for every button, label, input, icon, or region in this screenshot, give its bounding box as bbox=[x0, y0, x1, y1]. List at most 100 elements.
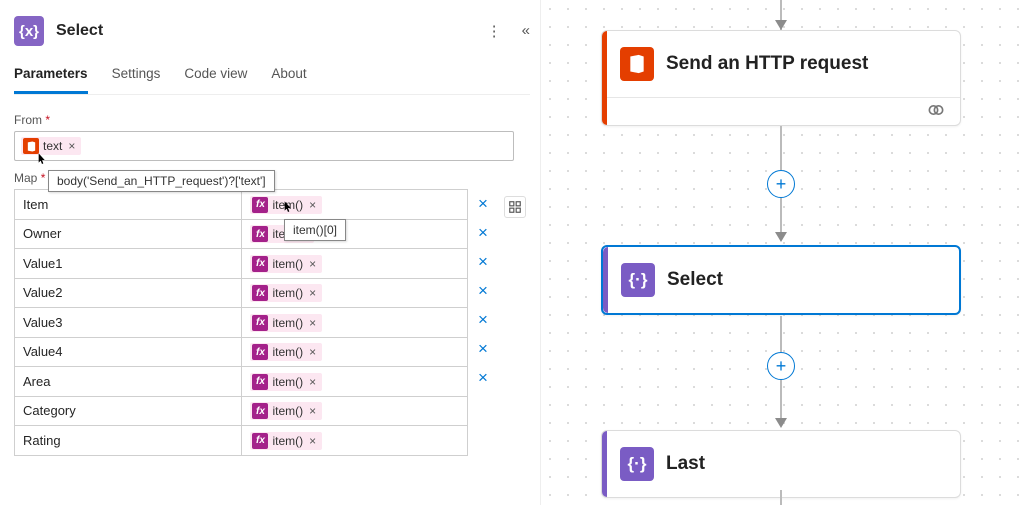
collapse-panel-icon[interactable]: « bbox=[522, 22, 530, 40]
office-icon bbox=[620, 47, 654, 81]
flow-arrow-icon bbox=[775, 418, 787, 428]
expression-token[interactable]: fx item() × bbox=[250, 255, 322, 273]
map-row: Areafx item() × bbox=[15, 367, 468, 397]
map-key-input[interactable]: Item bbox=[15, 190, 242, 220]
map-table: Itemfxitem()×Ownerfxitem×Value1fxitem()×… bbox=[14, 189, 468, 456]
token-remove[interactable]: × bbox=[307, 286, 316, 300]
add-step-button[interactable]: + bbox=[767, 170, 795, 198]
fx-icon: fx bbox=[252, 344, 268, 360]
tab-about[interactable]: About bbox=[271, 66, 306, 94]
delete-row-button[interactable]: × bbox=[478, 189, 488, 218]
fx-icon: fx bbox=[252, 226, 268, 242]
map-row: Value1 fx item() × bbox=[15, 249, 468, 279]
token-remove[interactable]: × bbox=[307, 257, 316, 271]
from-token[interactable]: text × bbox=[21, 137, 81, 155]
fx-icon: fx bbox=[252, 315, 268, 331]
fx-icon: fx bbox=[252, 403, 268, 419]
office-icon bbox=[23, 138, 39, 154]
map-value-input[interactable]: fxitem()× bbox=[242, 337, 468, 367]
node-footer bbox=[602, 97, 960, 125]
map-value-input[interactable]: fxitem()× bbox=[242, 278, 468, 308]
node-title: Select bbox=[667, 269, 723, 291]
map-row: Value3 fxitem()× bbox=[15, 308, 468, 338]
token-remove[interactable]: × bbox=[307, 316, 316, 330]
expression-token[interactable]: fx item() × bbox=[250, 196, 322, 214]
expression-token[interactable]: fxitem()× bbox=[250, 343, 322, 361]
expr-text: item() bbox=[272, 257, 303, 271]
map-row: Value2 fxitem()× bbox=[15, 278, 468, 308]
from-input[interactable]: text × bbox=[14, 131, 514, 161]
map-value-input[interactable]: fx item() × bbox=[242, 367, 468, 397]
token-remove[interactable]: × bbox=[307, 404, 316, 418]
expr-text: item() bbox=[272, 404, 303, 418]
expr-text: item() bbox=[272, 198, 303, 212]
delete-row-button[interactable]: × bbox=[478, 218, 488, 247]
delete-column: ××××××× bbox=[468, 189, 488, 392]
fx-icon: fx bbox=[252, 285, 268, 301]
map-key-input[interactable]: Category bbox=[15, 396, 242, 426]
expr-token-tooltip: item()[0] bbox=[284, 219, 346, 241]
expression-token[interactable]: fx item() × bbox=[250, 402, 322, 420]
tab-parameters[interactable]: Parameters bbox=[14, 66, 88, 94]
map-value-input[interactable]: fxitem()× bbox=[242, 308, 468, 338]
map-key-input[interactable]: Value3 bbox=[15, 308, 242, 338]
from-label: From * bbox=[14, 113, 530, 127]
map-row: Value4 fxitem()× bbox=[15, 337, 468, 367]
flow-node-http[interactable]: Send an HTTP request bbox=[601, 30, 961, 126]
fx-icon: fx bbox=[252, 374, 268, 390]
panel-tabs: Parameters Settings Code view About bbox=[14, 66, 530, 95]
flow-node-select[interactable]: {·} Select bbox=[601, 245, 961, 315]
map-key-input[interactable]: Value4 bbox=[15, 337, 242, 367]
from-token-tooltip: body('Send_an_HTTP_request')?['text'] bbox=[48, 170, 275, 192]
delete-row-button[interactable]: × bbox=[478, 334, 488, 363]
data-op-icon: {·} bbox=[621, 263, 655, 297]
fx-icon: fx bbox=[252, 433, 268, 449]
map-key-input[interactable]: Owner bbox=[15, 219, 242, 249]
delete-row-button[interactable]: × bbox=[478, 247, 488, 276]
add-step-button[interactable]: + bbox=[767, 352, 795, 380]
map-value-input[interactable]: fxitem× bbox=[242, 219, 468, 249]
flow-arrow-icon bbox=[775, 232, 787, 242]
flow-node-last[interactable]: {·} Last bbox=[601, 430, 961, 498]
token-remove[interactable]: × bbox=[307, 345, 316, 359]
map-key-input[interactable]: Rating bbox=[15, 426, 242, 456]
node-title: Send an HTTP request bbox=[666, 53, 868, 75]
from-token-remove[interactable]: × bbox=[66, 139, 75, 153]
map-key-input[interactable]: Area bbox=[15, 367, 242, 397]
more-menu-icon[interactable]: ⋮ bbox=[487, 22, 502, 40]
linked-connection-icon[interactable] bbox=[926, 100, 946, 123]
expression-token[interactable]: fxitem()× bbox=[250, 284, 322, 302]
map-row: Ownerfxitem× bbox=[15, 219, 468, 249]
panel-title: Select bbox=[56, 22, 103, 40]
delete-row-button[interactable]: × bbox=[478, 305, 488, 334]
token-remove[interactable]: × bbox=[307, 434, 316, 448]
map-value-input[interactable]: fx item() × bbox=[242, 249, 468, 279]
panel-header: {x} Select ⋮ « bbox=[14, 16, 530, 46]
fx-icon: fx bbox=[252, 197, 268, 213]
expr-text: item() bbox=[272, 375, 303, 389]
map-row: Category fx item() × bbox=[15, 396, 468, 426]
delete-row-button[interactable]: × bbox=[478, 276, 488, 305]
token-remove[interactable]: × bbox=[307, 375, 316, 389]
delete-row-button[interactable]: × bbox=[478, 363, 488, 392]
map-row: Rating fxitem()× bbox=[15, 426, 468, 456]
tab-code-view[interactable]: Code view bbox=[184, 66, 247, 94]
expression-token[interactable]: fxitem()× bbox=[250, 432, 322, 450]
switch-map-mode-icon[interactable] bbox=[504, 196, 526, 218]
flow-canvas[interactable]: Send an HTTP request + {·} Select + {·} bbox=[540, 0, 1024, 505]
expression-token[interactable]: fx item() × bbox=[250, 373, 322, 391]
map-value-input[interactable]: fx item() × bbox=[242, 190, 468, 220]
fx-icon: fx bbox=[252, 256, 268, 272]
tab-settings[interactable]: Settings bbox=[112, 66, 161, 94]
map-value-input[interactable]: fxitem()× bbox=[242, 426, 468, 456]
map-row: Itemfx item() × bbox=[15, 190, 468, 220]
panel-header-actions: ⋮ « bbox=[487, 22, 530, 40]
properties-panel: {x} Select ⋮ « Parameters Settings Code … bbox=[0, 0, 540, 505]
map-key-input[interactable]: Value2 bbox=[15, 278, 242, 308]
node-title: Last bbox=[666, 453, 705, 475]
map-value-input[interactable]: fx item() × bbox=[242, 396, 468, 426]
token-remove[interactable]: × bbox=[307, 198, 316, 212]
data-op-icon: {·} bbox=[620, 447, 654, 481]
map-key-input[interactable]: Value1 bbox=[15, 249, 242, 279]
expression-token[interactable]: fxitem()× bbox=[250, 314, 322, 332]
